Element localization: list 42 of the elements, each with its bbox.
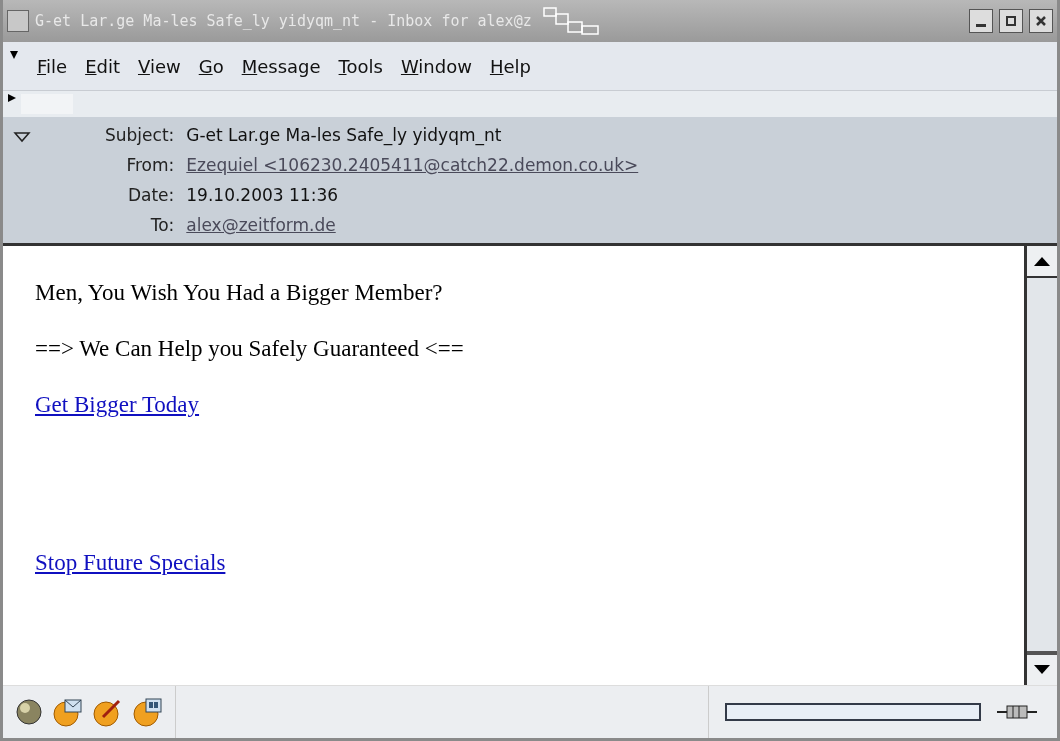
header-label: Subject: [105,125,175,145]
down-arrow-icon [1033,664,1051,676]
email-link[interactable]: Ezequiel <106230.2405411@catch22.demon.co.uk> [186,155,639,175]
email-link[interactable]: alex@zeitform.de [186,215,639,235]
close-icon [1034,14,1048,28]
minimize-button[interactable] [969,9,993,33]
menu-item[interactable]: Message [241,55,321,77]
header-label: From: [125,155,175,175]
menu-item[interactable]: Edit [85,55,120,77]
menu-item[interactable]: Tools [338,55,383,77]
header-label: To: [149,215,175,235]
up-arrow-icon [1033,255,1051,267]
header-value: G-et Lar.ge Ma-les Safe_ly yidyqm_nt [186,125,503,145]
scroll-up-button[interactable] [1027,246,1057,278]
window-menu-button[interactable] [7,10,29,32]
header-value: 19.10.2003 11:36 [186,185,339,205]
maximize-button[interactable] [999,9,1023,33]
pen-icon[interactable] [93,697,123,727]
maximize-icon [1004,14,1018,28]
plug-icon[interactable] [997,702,1037,722]
body-text: ==> We Can Help you Safely Guaranteed <== [35,336,465,362]
body-text: Men, You Wish You Had a Bigger Member? [35,280,444,306]
header-label: Date: [126,185,175,205]
globe-icon[interactable] [15,698,43,726]
scroll-down-button[interactable] [1027,651,1057,685]
grid-pattern-icon [541,6,602,36]
body-link[interactable]: Stop Future Specials [35,550,226,575]
mail-envelope-icon[interactable] [53,697,83,727]
menu-item[interactable]: Go [198,55,224,77]
vertical-scrollbar[interactable] [1024,246,1057,685]
window-title: G-et Lar.ge Ma-les Safe_ly yidyqm_nt - Inbox for alex@z [35,12,532,30]
minimize-icon [976,23,986,27]
address-card-icon[interactable] [133,697,163,727]
menu-item[interactable]: Help [489,55,531,77]
twisty-icon[interactable] [13,131,31,143]
collapse-triangle-icon[interactable] [9,50,19,60]
body-link[interactable]: Get Bigger Today [35,392,200,417]
menu-item[interactable]: File [37,55,68,77]
expand-triangle-icon[interactable] [7,93,17,103]
close-button[interactable] [1029,9,1053,33]
menu-item[interactable]: View [138,55,181,77]
menu-item[interactable]: Window [400,55,472,77]
